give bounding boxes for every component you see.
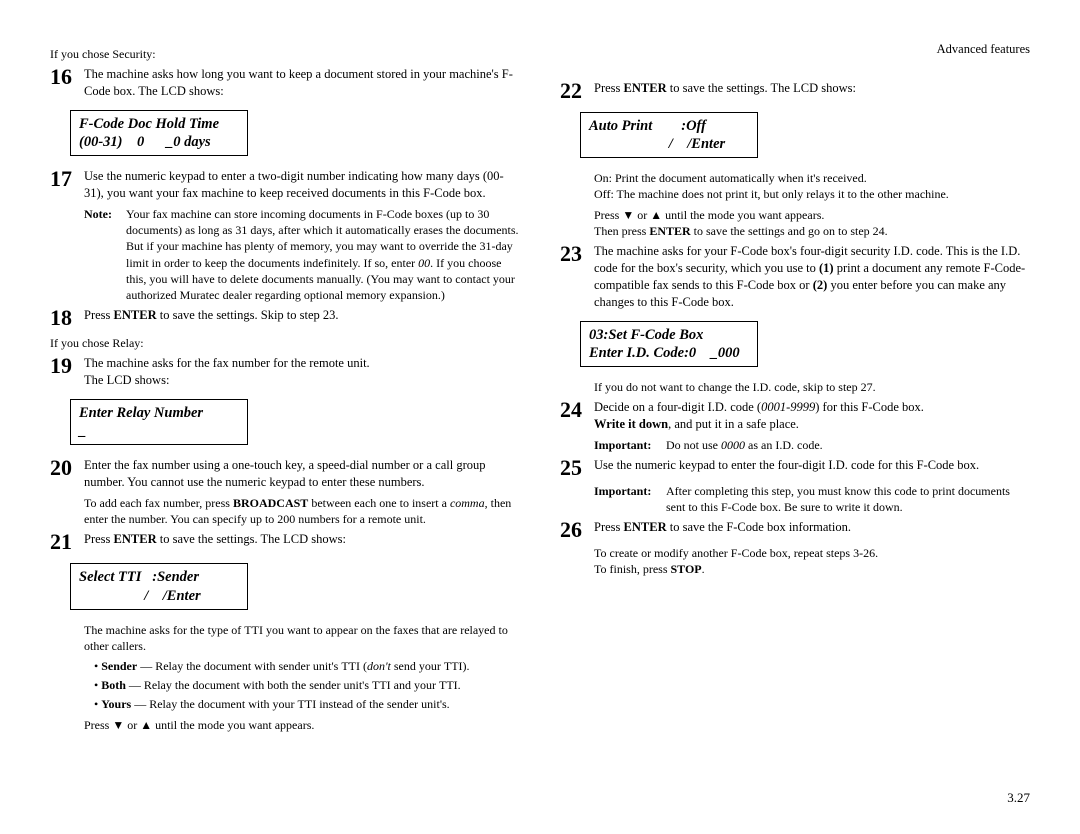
step-20: 20 Enter the fax number using a one-touc… xyxy=(50,457,520,491)
auto-on: On: Print the document automatically whe… xyxy=(594,170,1030,186)
header-section: Advanced features xyxy=(937,42,1030,57)
relay-intro: If you chose Relay: xyxy=(50,335,520,351)
page-number: 3.27 xyxy=(1007,790,1030,806)
left-column: If you chose Security: 16 The machine as… xyxy=(50,40,520,733)
step-number: 26 xyxy=(560,519,594,541)
step-number: 18 xyxy=(50,307,84,329)
step-18: 18 Press ENTER to save the settings. Ski… xyxy=(50,307,520,329)
lcd-select-tti: Select TTI :Sender / /Enter xyxy=(70,563,248,609)
step-26: 26 Press ENTER to save the F-Code box in… xyxy=(560,519,1030,541)
step-23: 23 The machine asks for your F-Code box'… xyxy=(560,243,1030,311)
step-23-sub: If you do not want to change the I.D. co… xyxy=(594,379,1030,395)
important-24: Important: Do not use 0000 as an I.D. co… xyxy=(594,437,1030,453)
step-17: 17 Use the numeric keypad to enter a two… xyxy=(50,168,520,202)
lcd-auto-print: Auto Print :Off / /Enter xyxy=(580,112,758,158)
page-body: If you chose Security: 16 The machine as… xyxy=(0,0,1080,763)
step-25: 25 Use the numeric keypad to enter the f… xyxy=(560,457,1030,479)
step-text: Press ENTER to save the settings. Skip t… xyxy=(84,307,520,324)
important-label: Important: xyxy=(594,437,666,453)
step-number: 23 xyxy=(560,243,594,265)
step-number: 19 xyxy=(50,355,84,377)
lcd-relay-number: Enter Relay Number _ xyxy=(70,399,248,445)
list-item: Yours — Relay the document with your TTI… xyxy=(94,696,520,712)
step-24: 24 Decide on a four-digit I.D. code (000… xyxy=(560,399,1030,433)
step-21-sub: The machine asks for the type of TTI you… xyxy=(84,622,520,654)
right-column: 22 Press ENTER to save the settings. The… xyxy=(560,40,1030,733)
step-text: Press ENTER to save the settings. The LC… xyxy=(84,531,520,548)
step-text: The machine asks for your F-Code box's f… xyxy=(594,243,1030,311)
step-21: 21 Press ENTER to save the settings. The… xyxy=(50,531,520,553)
step-number: 25 xyxy=(560,457,594,479)
step-number: 16 xyxy=(50,66,84,88)
step-text: Press ENTER to save the F-Code box infor… xyxy=(594,519,1030,536)
note-17: Note: Your fax machine can store incomin… xyxy=(84,206,520,303)
then-press-enter: Then press ENTER to save the settings an… xyxy=(594,223,1030,239)
press-arrows: Press ▼ or ▲ until the mode you want app… xyxy=(84,717,520,733)
tti-options: Sender — Relay the document with sender … xyxy=(94,658,520,713)
important-label: Important: xyxy=(594,483,666,515)
step-text: Use the numeric keypad to enter the four… xyxy=(594,457,1030,474)
important-body: Do not use 0000 as an I.D. code. xyxy=(666,437,1030,453)
lcd-id-code: 03:Set F-Code Box Enter I.D. Code:0 _000 xyxy=(580,321,758,367)
step-number: 22 xyxy=(560,80,594,102)
lcd-hold-time: F-Code Doc Hold Time (00-31) 0 _0 days xyxy=(70,110,248,156)
step-number: 20 xyxy=(50,457,84,479)
step-number: 21 xyxy=(50,531,84,553)
important-body: After completing this step, you must kno… xyxy=(666,483,1030,515)
security-intro: If you chose Security: xyxy=(50,46,520,62)
step-22: 22 Press ENTER to save the settings. The… xyxy=(560,80,1030,102)
step-26-sub2: To finish, press STOP. xyxy=(594,561,1030,577)
important-25: Important: After completing this step, y… xyxy=(594,483,1030,515)
press-arrows-2: Press ▼ or ▲ until the mode you want app… xyxy=(594,207,1030,223)
auto-off: Off: The machine does not print it, but … xyxy=(594,186,1030,202)
step-text: Press ENTER to save the settings. The LC… xyxy=(594,80,1030,97)
step-text: Use the numeric keypad to enter a two-di… xyxy=(84,168,520,202)
list-item: Sender — Relay the document with sender … xyxy=(94,658,520,674)
step-19: 19 The machine asks for the fax number f… xyxy=(50,355,520,389)
step-20-sub: To add each fax number, press BROADCAST … xyxy=(84,495,520,527)
note-label: Note: xyxy=(84,206,126,303)
step-16: 16 The machine asks how long you want to… xyxy=(50,66,520,100)
list-item: Both — Relay the document with both the … xyxy=(94,677,520,693)
note-body: Your fax machine can store incoming docu… xyxy=(126,206,520,303)
step-text: Decide on a four-digit I.D. code (0001-9… xyxy=(594,399,1030,433)
step-number: 17 xyxy=(50,168,84,190)
step-text: The machine asks how long you want to ke… xyxy=(84,66,520,100)
step-26-sub1: To create or modify another F-Code box, … xyxy=(594,545,1030,561)
step-text: The machine asks for the fax number for … xyxy=(84,355,520,389)
step-number: 24 xyxy=(560,399,594,421)
step-text: Enter the fax number using a one-touch k… xyxy=(84,457,520,491)
